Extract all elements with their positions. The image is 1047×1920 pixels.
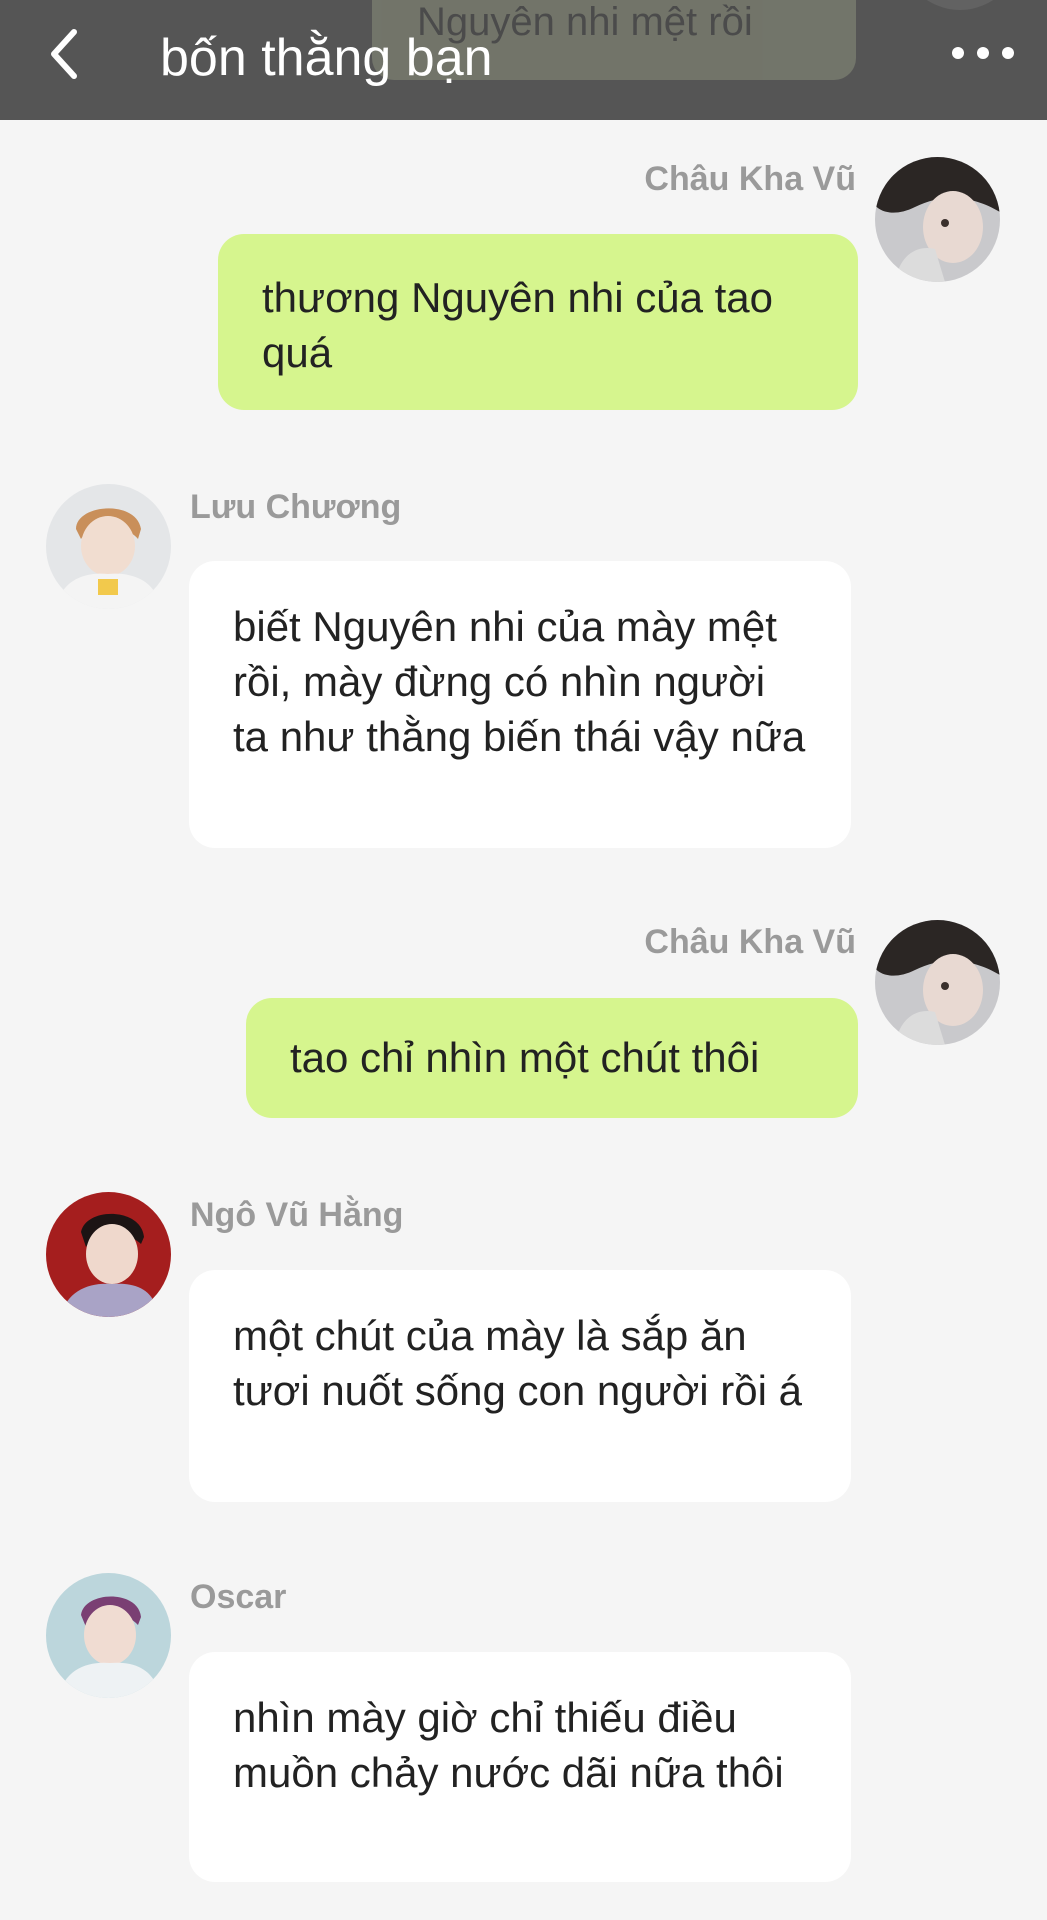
chat-screen: Nguyên nhi mệt rồi bốn thằng bạn Châu Kh…	[0, 0, 1047, 1920]
message-text: biết Nguyên nhi của mày mệt rồi, mày đừn…	[233, 603, 806, 760]
message-bubble[interactable]: thương Nguyên nhi của tao quá	[218, 234, 858, 410]
sender-name: Châu Kha Vũ	[644, 923, 856, 961]
avatar[interactable]	[46, 1573, 171, 1698]
chevron-left-icon	[51, 29, 77, 79]
message-bubble[interactable]: nhìn mày giờ chỉ thiếu điều muồn chảy nư…	[189, 1652, 851, 1882]
message-bubble[interactable]: tao chỉ nhìn một chút thôi	[246, 998, 858, 1118]
avatar[interactable]	[46, 1192, 171, 1317]
message-text: thương Nguyên nhi của tao quá	[262, 274, 773, 376]
more-horizontal-icon	[952, 47, 1014, 59]
chat-header: Nguyên nhi mệt rồi bốn thằng bạn	[0, 0, 1047, 120]
previous-avatar	[900, 0, 1020, 10]
more-options-button[interactable]	[948, 38, 1018, 68]
avatar[interactable]	[875, 920, 1000, 1045]
message-text: nhìn mày giờ chỉ thiếu điều muồn chảy nư…	[233, 1694, 784, 1796]
sender-name: Lưu Chương	[190, 488, 402, 526]
message-bubble[interactable]: một chút của mày là sắp ăn tươi nuốt sốn…	[189, 1270, 851, 1502]
avatar[interactable]	[46, 484, 171, 609]
sender-name: Oscar	[190, 1578, 287, 1616]
message-text: tao chỉ nhìn một chút thôi	[290, 1034, 760, 1081]
avatar[interactable]	[875, 157, 1000, 282]
sender-name: Châu Kha Vũ	[644, 160, 856, 198]
back-button[interactable]	[38, 24, 98, 84]
message-bubble[interactable]: biết Nguyên nhi của mày mệt rồi, mày đừn…	[189, 561, 851, 848]
sender-name: Ngô Vũ Hằng	[190, 1196, 404, 1234]
chat-title: bốn thằng bạn	[160, 29, 493, 87]
message-text: một chút của mày là sắp ăn tươi nuốt sốn…	[233, 1312, 802, 1414]
